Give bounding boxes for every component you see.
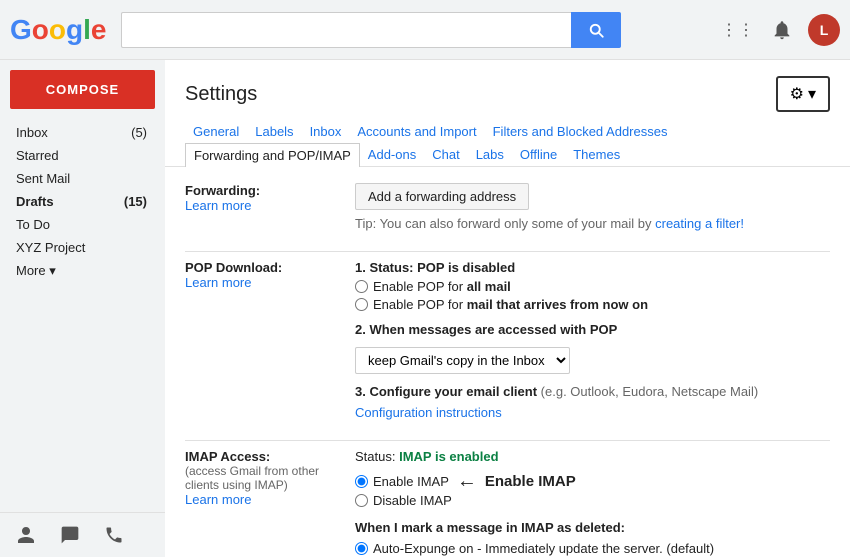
pop-learn-more[interactable]: Learn more — [185, 275, 251, 290]
tab-forwarding-pop-imap[interactable]: Forwarding and POP/IMAP — [185, 143, 360, 167]
tab-labs[interactable]: Labs — [468, 143, 512, 166]
tab-offline[interactable]: Offline — [512, 143, 565, 166]
creating-filter-link[interactable]: creating a filter! — [655, 216, 744, 231]
tab-chat[interactable]: Chat — [424, 143, 467, 166]
sidebar-more-button[interactable]: More ▾ — [0, 259, 165, 283]
sidebar-item-todo[interactable]: To Do — [0, 213, 157, 236]
add-forwarding-address-button[interactable]: Add a forwarding address — [355, 183, 529, 210]
search-button[interactable] — [571, 12, 621, 48]
imap-section: IMAP Access: (access Gmail from other cl… — [185, 449, 830, 557]
avatar[interactable]: L — [808, 14, 840, 46]
pop-label-title: POP Download: — [185, 260, 355, 275]
imap-enable-radio-label[interactable]: Enable IMAP — [355, 474, 449, 489]
settings-title: Settings — [185, 83, 257, 106]
when-deleted-title: When I mark a message in IMAP as deleted… — [355, 520, 830, 535]
auto-expunge-on-radio-label[interactable]: Auto-Expunge on - Immediately update the… — [355, 541, 830, 556]
imap-label-note: (access Gmail from other clients using I… — [185, 464, 355, 492]
pop-section: POP Download: Learn more 1. Status: POP … — [185, 260, 830, 420]
gear-dropdown-arrow: ▾ — [808, 84, 816, 104]
settings-body: Forwarding: Learn more Add a forwarding … — [165, 167, 850, 557]
forwarding-content: Add a forwarding address Tip: You can al… — [355, 183, 830, 231]
when-deleted-section: When I mark a message in IMAP as deleted… — [355, 520, 830, 557]
settings-header: Settings ⚙ ▾ — [165, 60, 850, 120]
annotation-arrow: ← — [457, 470, 477, 493]
sidebar-wrapper: COMPOSE Inbox (5) Starred Sent Mail Draf… — [0, 60, 165, 557]
logo-l: l — [83, 14, 91, 46]
pop-enable-now-radio-label[interactable]: Enable POP for mail that arrives from no… — [355, 297, 830, 312]
pop-status: 1. Status: POP is disabled — [355, 260, 830, 275]
sidebar-item-starred[interactable]: Starred — [0, 144, 157, 167]
tab-filters[interactable]: Filters and Blocked Addresses — [485, 120, 676, 143]
settings-content: Settings ⚙ ▾ General Labels Inbox Accoun… — [165, 60, 850, 557]
google-logo: Google — [10, 14, 106, 46]
notifications-icon[interactable] — [764, 12, 800, 48]
logo-g2: g — [66, 14, 83, 46]
settings-gear-button[interactable]: ⚙ ▾ — [776, 76, 830, 112]
pop-accessed-dropdown[interactable]: keep Gmail's copy in the Inbox — [355, 347, 570, 374]
logo-g: G — [10, 14, 32, 46]
tabs-row1: General Labels Inbox Accounts and Import… — [165, 120, 850, 143]
pop-section2-title: 2. When messages are accessed with POP — [355, 322, 830, 337]
imap-enable-radio[interactable] — [355, 475, 368, 488]
search-bar — [121, 12, 621, 48]
phone-icon[interactable] — [100, 521, 128, 549]
tab-labels[interactable]: Labels — [247, 120, 301, 143]
logo-o2: o — [49, 14, 66, 46]
imap-content: Status: IMAP is enabled Enable IMAP ← En… — [355, 449, 830, 557]
forwarding-tip: Tip: You can also forward only some of y… — [355, 216, 830, 231]
divider-2 — [185, 440, 830, 441]
annotation-text: Enable IMAP — [485, 473, 576, 490]
logo-e: e — [91, 14, 107, 46]
tab-general[interactable]: General — [185, 120, 247, 143]
imap-label: IMAP Access: (access Gmail from other cl… — [185, 449, 355, 557]
imap-enable-row: Enable IMAP ← Enable IMAP — [355, 470, 830, 493]
forwarding-label: Forwarding: Learn more — [185, 183, 355, 231]
imap-learn-more[interactable]: Learn more — [185, 492, 251, 507]
tab-accounts-import[interactable]: Accounts and Import — [349, 120, 484, 143]
search-input[interactable] — [121, 12, 571, 48]
header-icons: ⋮⋮ L — [720, 12, 840, 48]
search-icon — [587, 21, 605, 39]
forwarding-learn-more[interactable]: Learn more — [185, 198, 251, 213]
pop-content: 1. Status: POP is disabled Enable POP fo… — [355, 260, 830, 420]
sidebar-bottom — [0, 512, 165, 557]
sidebar: COMPOSE Inbox (5) Starred Sent Mail Draf… — [0, 60, 165, 293]
sidebar-item-drafts[interactable]: Drafts (15) — [0, 190, 157, 213]
main-layout: COMPOSE Inbox (5) Starred Sent Mail Draf… — [0, 60, 850, 557]
pop-label: POP Download: Learn more — [185, 260, 355, 420]
divider-1 — [185, 251, 830, 252]
imap-label-title: IMAP Access: — [185, 449, 355, 464]
tabs-row2: Forwarding and POP/IMAP Add-ons Chat Lab… — [165, 143, 850, 167]
sidebar-item-sent[interactable]: Sent Mail — [0, 167, 157, 190]
sidebar-item-xyz[interactable]: XYZ Project — [0, 236, 157, 259]
chat-icon[interactable] — [56, 521, 84, 549]
pop-enable-now-radio[interactable] — [355, 298, 368, 311]
imap-disable-radio-label[interactable]: Disable IMAP — [355, 493, 830, 508]
imap-disable-radio[interactable] — [355, 494, 368, 507]
imap-status-value: IMAP is enabled — [399, 449, 498, 464]
pop-enable-all-radio-label[interactable]: Enable POP for all mail — [355, 279, 830, 294]
contacts-icon[interactable] — [12, 521, 40, 549]
compose-button[interactable]: COMPOSE — [10, 70, 155, 109]
tab-themes[interactable]: Themes — [565, 143, 628, 166]
sidebar-item-inbox[interactable]: Inbox (5) — [0, 121, 157, 144]
forwarding-label-title: Forwarding: — [185, 183, 355, 198]
forwarding-section: Forwarding: Learn more Add a forwarding … — [185, 183, 830, 231]
gear-icon: ⚙ — [790, 84, 804, 104]
auto-expunge-on-radio[interactable] — [355, 542, 368, 555]
apps-icon[interactable]: ⋮⋮ — [720, 12, 756, 48]
tab-addons[interactable]: Add-ons — [360, 143, 424, 166]
imap-status: Status: IMAP is enabled — [355, 449, 830, 464]
pop-enable-all-radio[interactable] — [355, 280, 368, 293]
tab-inbox[interactable]: Inbox — [302, 120, 350, 143]
config-instructions-link[interactable]: Configuration instructions — [355, 405, 830, 420]
pop-section3-title: 3. Configure your email client (e.g. Out… — [355, 384, 830, 399]
header: Google ⋮⋮ L — [0, 0, 850, 60]
logo-o1: o — [32, 14, 49, 46]
